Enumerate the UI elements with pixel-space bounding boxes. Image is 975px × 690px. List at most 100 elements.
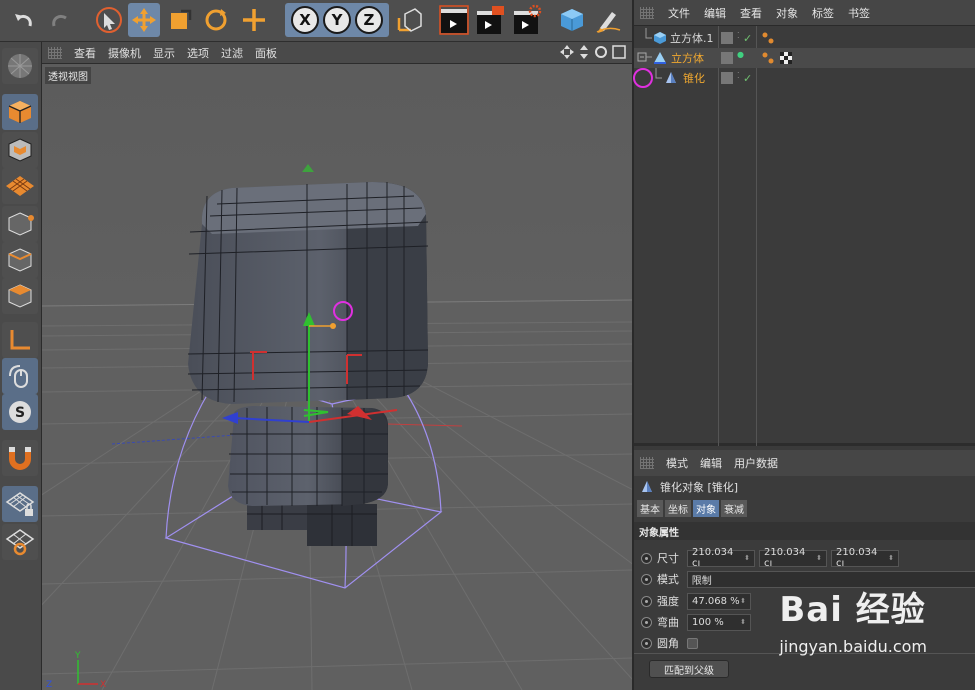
- animate-radio[interactable]: [641, 573, 652, 585]
- coordinate-system-button[interactable]: [393, 3, 425, 37]
- tab-coord[interactable]: 坐标: [665, 500, 691, 517]
- object-list[interactable]: 立方体.1 ⁚ ✓ 立方体 ● 锥化 ⁚ ✓: [633, 26, 975, 446]
- points-mode-button[interactable]: [2, 206, 38, 242]
- enabled-check-icon[interactable]: ✓: [743, 32, 752, 45]
- tab-basic[interactable]: 基本: [637, 500, 663, 517]
- attr-menu-user-data[interactable]: 用户数据: [734, 455, 778, 471]
- render-view-button[interactable]: [437, 3, 471, 37]
- grid-plane-icon: [6, 176, 34, 196]
- om-menu-tags[interactable]: 标签: [812, 5, 834, 21]
- viewport-grip-icon[interactable]: [48, 46, 62, 59]
- curvature-field[interactable]: 100 % ⬍: [687, 613, 751, 631]
- make-editable-button[interactable]: [2, 48, 38, 84]
- zoom-icon[interactable]: [578, 45, 590, 59]
- undo-button[interactable]: [8, 3, 40, 37]
- animate-radio[interactable]: [641, 616, 652, 628]
- orbit-icon[interactable]: [594, 45, 608, 59]
- add-cube-button[interactable]: [556, 3, 588, 37]
- x-axis-lock-button[interactable]: X: [291, 6, 319, 34]
- redo-icon: [52, 14, 67, 27]
- fillet-checkbox[interactable]: [687, 637, 698, 649]
- workplane-align-button[interactable]: [2, 524, 38, 560]
- viewport-scene[interactable]: Y X Z: [42, 64, 632, 690]
- layer-swatch[interactable]: [721, 52, 733, 64]
- visibility-dots-icon[interactable]: ⁚: [737, 31, 740, 40]
- object-row-cube1[interactable]: 立方体.1 ⁚ ✓: [634, 28, 975, 48]
- attribute-grip-icon[interactable]: [640, 457, 654, 469]
- transform-tool-button[interactable]: [238, 3, 270, 37]
- object-manager-grip-icon[interactable]: [640, 6, 654, 19]
- y-axis-lock-button[interactable]: Y: [323, 6, 351, 34]
- stepper-icon[interactable]: ⬍: [888, 554, 894, 562]
- match-to-parent-button[interactable]: 匹配到父级: [649, 660, 729, 678]
- layer-swatch[interactable]: [721, 32, 733, 44]
- object-name[interactable]: 锥化: [683, 70, 705, 86]
- object-name[interactable]: 立方体.1: [670, 30, 714, 46]
- animate-radio[interactable]: [641, 552, 652, 564]
- tab-falloff[interactable]: 衰减: [721, 500, 747, 517]
- layer-swatch[interactable]: [721, 72, 733, 84]
- cube-object-icon: [654, 32, 666, 44]
- stepper-icon[interactable]: ⬍: [816, 554, 822, 562]
- locked-workplane-button[interactable]: [2, 486, 38, 522]
- viewport-menu-display[interactable]: 显示: [153, 45, 175, 61]
- viewport-menu-options[interactable]: 选项: [187, 45, 209, 61]
- size-x-field[interactable]: 210.034 cı ⬍: [687, 547, 755, 569]
- left-toolbar: S: [0, 42, 42, 690]
- redo-button[interactable]: [44, 3, 76, 37]
- move-tool-button[interactable]: [128, 3, 160, 37]
- stepper-icon[interactable]: ⬍: [740, 618, 746, 626]
- visibility-dots-icon[interactable]: ●: [737, 50, 744, 59]
- polygons-mode-button[interactable]: [2, 278, 38, 314]
- viewport-menu-filter[interactable]: 过滤: [221, 45, 243, 61]
- axis-mode-button[interactable]: [2, 322, 38, 358]
- viewport-menu-cameras[interactable]: 摄像机: [108, 45, 141, 61]
- enabled-check-icon[interactable]: ✓: [743, 72, 752, 85]
- om-menu-view[interactable]: 查看: [740, 5, 762, 21]
- size-x-value: 210.034 cı: [692, 547, 734, 569]
- tweak-mode-button[interactable]: [2, 358, 38, 394]
- scale-tool-button[interactable]: [164, 3, 196, 37]
- object-row-taper[interactable]: 锥化 ⁚ ✓: [633, 68, 975, 88]
- phong-tag-icon[interactable]: [761, 51, 775, 65]
- rotate-tool-button[interactable]: [200, 3, 232, 37]
- edges-mode-button[interactable]: [2, 242, 38, 278]
- maximize-view-icon[interactable]: [612, 45, 626, 59]
- attr-menu-mode[interactable]: 模式: [666, 455, 688, 471]
- render-settings-button[interactable]: [510, 3, 544, 37]
- attr-menu-edit[interactable]: 编辑: [700, 455, 722, 471]
- svg-text:X: X: [100, 680, 106, 690]
- om-menu-bookmarks[interactable]: 书签: [848, 5, 870, 21]
- viewport-menu-view[interactable]: 查看: [74, 45, 96, 61]
- tab-object[interactable]: 对象: [693, 500, 719, 517]
- z-axis-lock-button[interactable]: Z: [355, 6, 383, 34]
- texture-mode-button[interactable]: [2, 132, 38, 168]
- om-menu-file[interactable]: 文件: [668, 5, 690, 21]
- animate-radio[interactable]: [641, 637, 652, 649]
- attribute-tabs: 基本 坐标 对象 衰减: [634, 500, 975, 518]
- stepper-icon[interactable]: ⬍: [744, 554, 750, 562]
- object-name[interactable]: 立方体: [671, 50, 704, 66]
- workplane-mode-button[interactable]: [2, 168, 38, 204]
- animate-radio[interactable]: [641, 595, 652, 607]
- stepper-icon[interactable]: ⬍: [740, 597, 746, 605]
- pen-tool-button[interactable]: [592, 3, 624, 37]
- perspective-viewport[interactable]: Y X Z 透视视图: [42, 64, 632, 690]
- magnet-button[interactable]: [2, 440, 38, 476]
- model-mode-button[interactable]: [2, 94, 38, 130]
- snap-button[interactable]: S: [2, 394, 38, 430]
- visibility-dots-icon[interactable]: ⁚: [737, 71, 740, 80]
- size-y-field[interactable]: 210.034 cı ⬍: [759, 547, 827, 569]
- pan-icon[interactable]: [560, 45, 574, 59]
- om-menu-objects[interactable]: 对象: [776, 5, 798, 21]
- render-to-picture-viewer-button[interactable]: [473, 3, 507, 37]
- object-row-cube[interactable]: 立方体 ●: [634, 48, 975, 68]
- phong-tag-icon[interactable]: [761, 31, 775, 45]
- size-z-field[interactable]: 210.034 cı ⬍: [831, 547, 899, 569]
- select-tool-button[interactable]: [93, 3, 125, 37]
- om-menu-edit[interactable]: 编辑: [704, 5, 726, 21]
- texture-tag-icon[interactable]: [779, 51, 793, 65]
- viewport-menu-panel[interactable]: 面板: [255, 45, 277, 61]
- strength-field[interactable]: 47.068 % ⬍: [687, 592, 751, 610]
- mouse-icon: [9, 365, 28, 388]
